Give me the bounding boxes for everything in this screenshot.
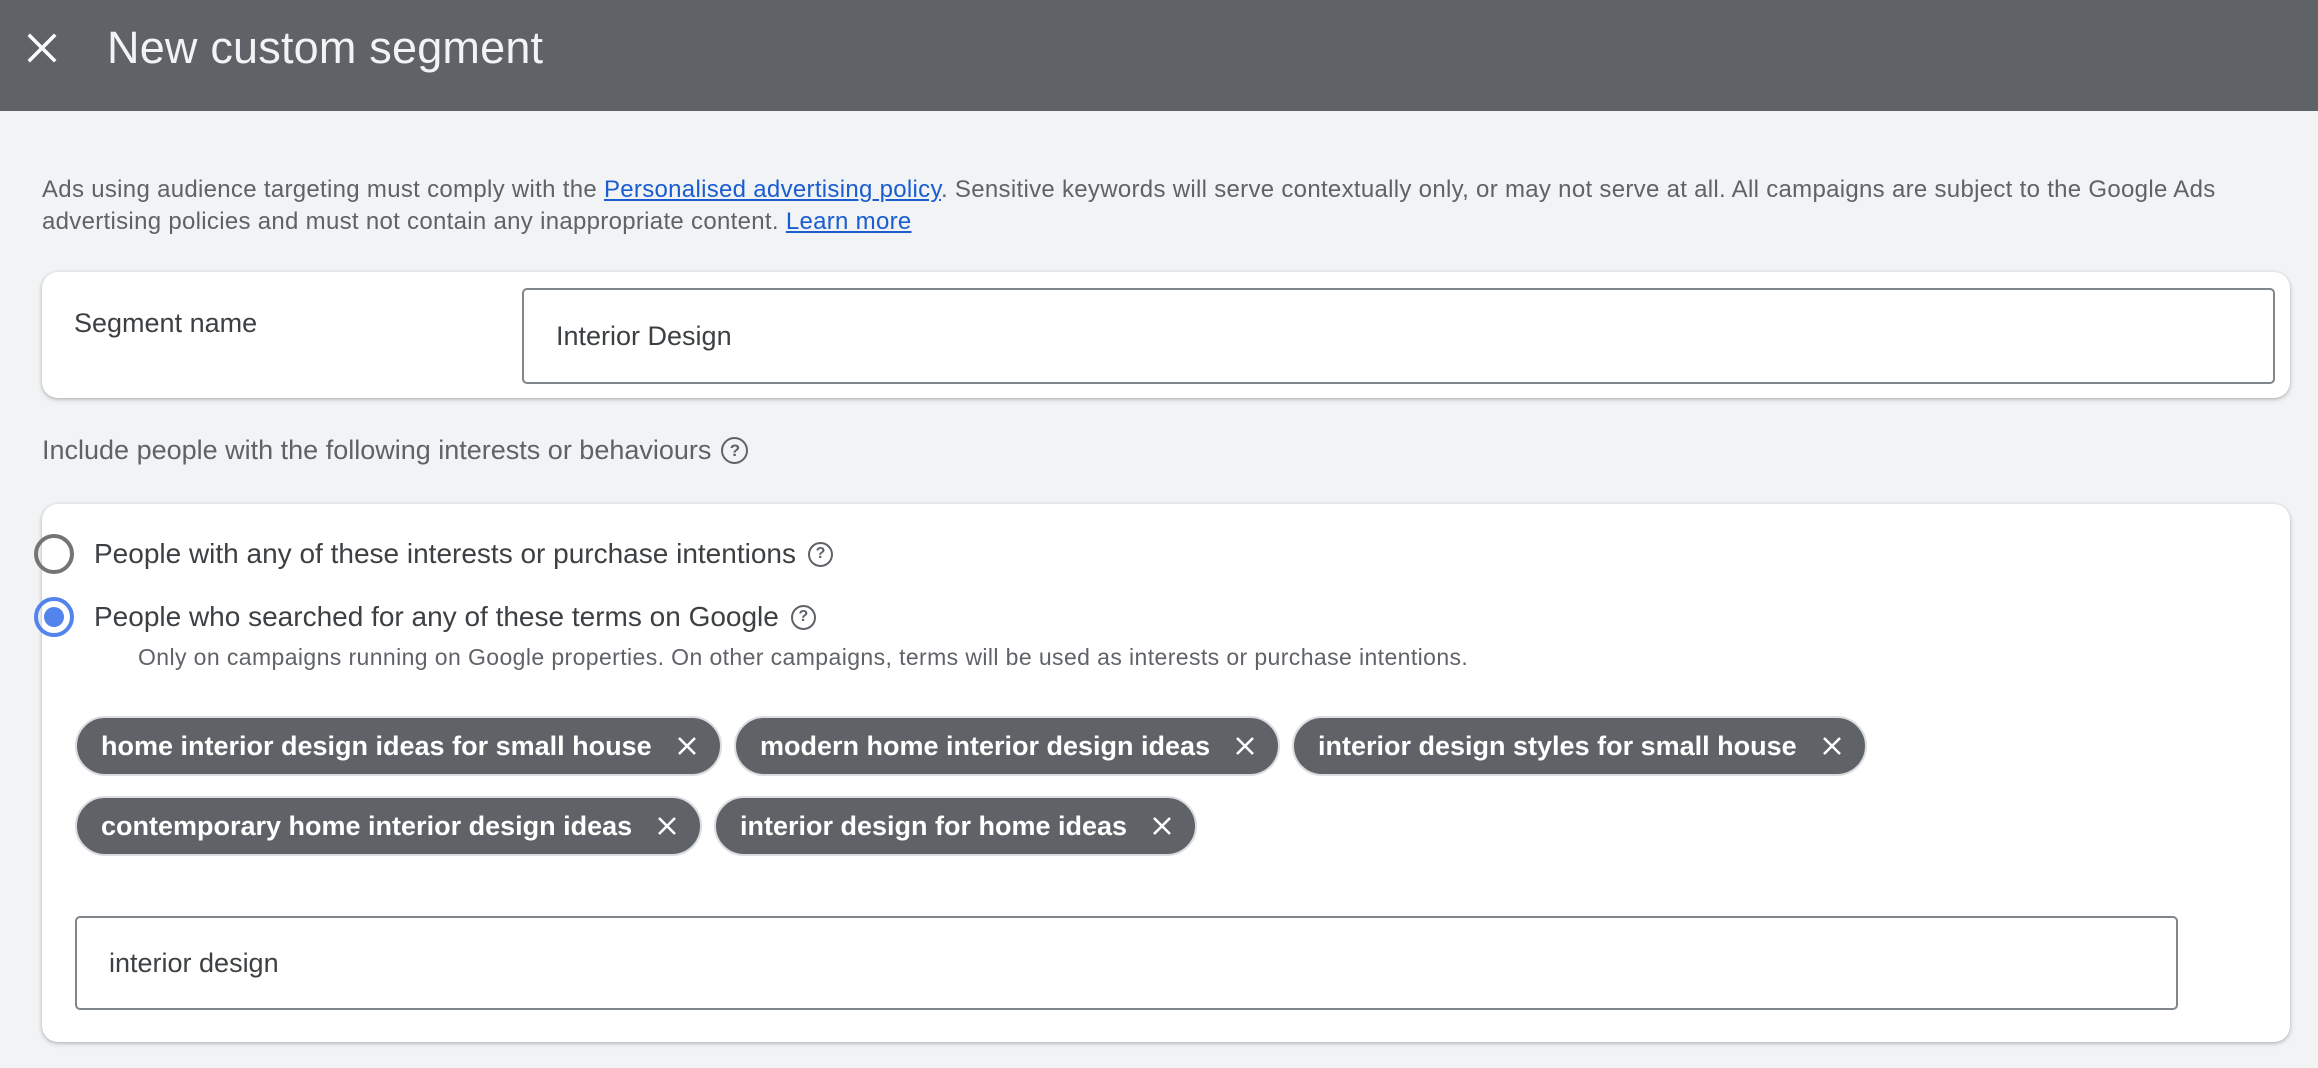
keyword-chip-label: interior design for home ideas [740,810,1128,841]
dialog-header: New custom segment [0,0,2318,111]
dialog-title: New custom segment [107,22,544,73]
radio-button-checked[interactable] [34,597,74,637]
segment-name-label: Segment name [74,308,258,338]
radio-label-searched-terms: People who searched for any of these ter… [94,601,779,632]
help-icon[interactable]: ? [721,437,749,464]
keyword-chip-label: interior design styles for small house [1318,730,1797,761]
radio-option-interests[interactable]: People with any of these interests or pu… [34,534,833,574]
radio-option-searched-terms[interactable]: People who searched for any of these ter… [34,597,816,637]
close-icon [1236,737,1255,755]
radio-button-unchecked[interactable] [34,534,74,574]
include-label-text: Include people with the following intere… [42,435,712,465]
segment-name-value: Interior Design [556,320,732,351]
search-terms-input[interactable]: interior design [75,916,2178,1010]
radio-label-interests: People with any of these interests or pu… [94,538,796,569]
close-icon [658,817,677,835]
segment-name-card: Segment name Interior Design [42,272,2290,398]
help-icon[interactable]: ? [790,604,816,630]
segment-name-input[interactable]: Interior Design [522,288,2275,384]
policy-notice: Ads using audience targeting must comply… [42,174,2292,238]
keyword-chip-label: contemporary home interior design ideas [101,810,633,841]
remove-keyword-button[interactable] [1149,813,1175,839]
help-icon[interactable]: ? [807,541,833,567]
keyword-chip-label: modern home interior design ideas [760,730,1211,761]
keyword-chip: interior design styles for small house [1292,716,1867,776]
search-terms-value: interior design [109,947,279,978]
keyword-chip: home interior design ideas for small hou… [75,716,722,776]
close-icon [1822,737,1841,755]
learn-more-link[interactable]: Learn more [786,208,912,235]
remove-keyword-button[interactable] [1232,733,1258,759]
keyword-chip: contemporary home interior design ideas [75,796,703,856]
close-icon [27,33,57,63]
remove-keyword-button[interactable] [1819,733,1845,759]
close-button[interactable] [22,28,62,68]
radio-sublabel: Only on campaigns running on Google prop… [138,644,1469,670]
personalised-advertising-policy-link[interactable]: Personalised advertising policy [604,176,941,203]
include-section-label: Include people with the following intere… [42,435,749,466]
remove-keyword-button[interactable] [654,813,680,839]
keyword-chip: interior design for home ideas [714,796,1198,856]
notice-text-before: Ads using audience targeting must comply… [42,176,604,203]
keyword-chip-label: home interior design ideas for small hou… [101,730,652,761]
close-icon [1153,817,1171,835]
remove-keyword-button[interactable] [674,733,700,759]
close-icon [677,737,696,755]
keyword-chip: modern home interior design ideas [734,716,1281,776]
